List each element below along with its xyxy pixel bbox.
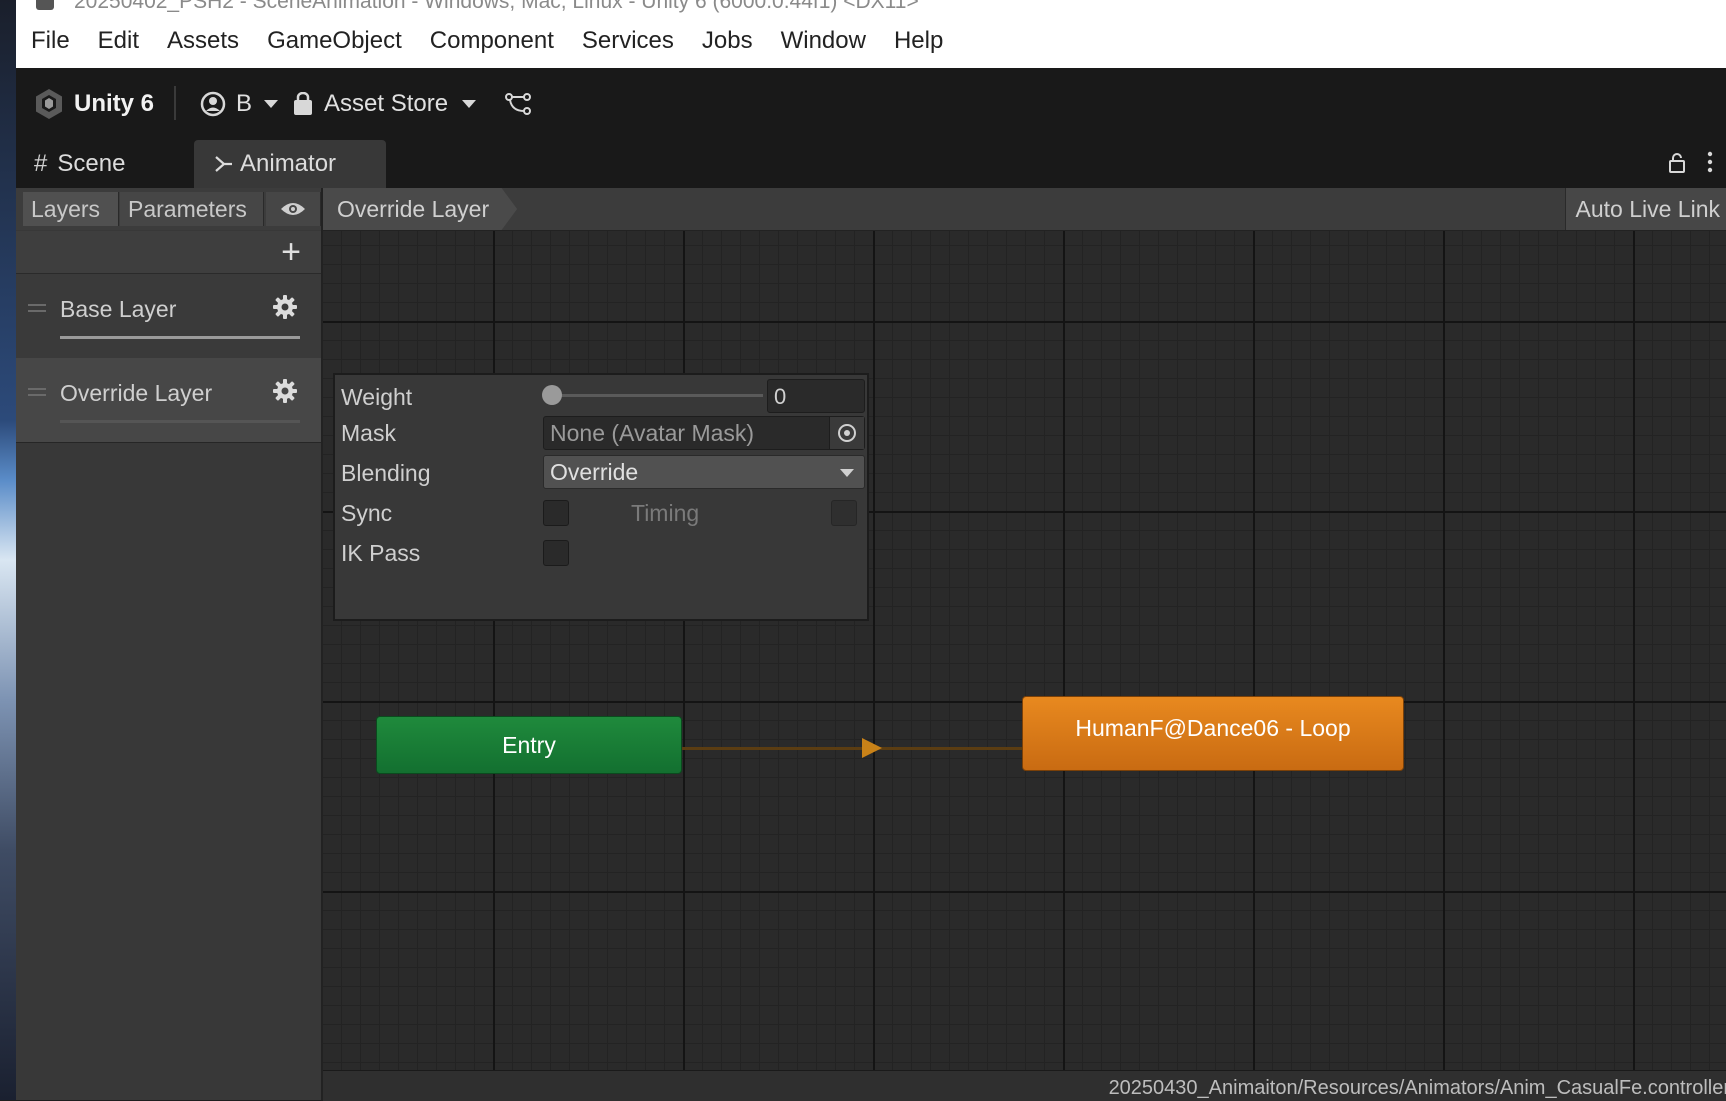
account-label: B (236, 90, 253, 117)
ik-pass-label: IK Pass (341, 539, 421, 566)
status-bar: 20250430_Animaiton/Resources/Animators/A… (323, 1070, 1726, 1101)
account-icon (200, 91, 226, 117)
tab-scene-label: Scene (57, 150, 126, 177)
version-control-icon (505, 93, 531, 115)
layer-name: Override Layer (60, 380, 213, 406)
menu-edit[interactable]: Edit (98, 27, 139, 55)
asset-store-dropdown[interactable]: Asset Store (292, 68, 477, 140)
mask-label: Mask (341, 419, 396, 446)
toolbar-divider (174, 86, 176, 120)
version-control-button[interactable] (504, 68, 532, 140)
blending-dropdown[interactable]: Override (543, 455, 865, 489)
editor-tab-bar: # Scene Animator (16, 140, 1726, 188)
entry-node-label: Entry (502, 731, 556, 758)
layer-item-base[interactable]: Base Layer (16, 274, 321, 359)
menu-gameobject[interactable]: GameObject (267, 27, 402, 55)
weight-slider-track[interactable] (553, 394, 763, 397)
gear-icon[interactable] (272, 378, 298, 409)
menu-services[interactable]: Services (582, 27, 674, 55)
chevron-down-icon (264, 100, 279, 108)
menu-file[interactable]: File (31, 27, 70, 55)
animator-icon (215, 156, 232, 172)
unity-hub-button[interactable]: Unity 6 (32, 68, 154, 140)
breadcrumb[interactable]: Override Layer (323, 188, 518, 230)
tab-animator[interactable]: Animator (194, 140, 386, 188)
layers-add-row: + (16, 231, 321, 274)
blending-value: Override (550, 459, 639, 485)
tab-layers-label: Layers (31, 195, 101, 222)
tab-parameters[interactable]: Parameters (120, 192, 264, 226)
menu-window[interactable]: Window (781, 27, 866, 55)
unity-logo-icon (36, 89, 62, 119)
tab-animator-label: Animator (240, 150, 337, 177)
breadcrumb-bar: Override Layer Auto Live Link (323, 188, 1726, 231)
tab-parameters-label: Parameters (128, 195, 247, 222)
default-state-node[interactable]: HumanF@Dance06 - Loop (1022, 696, 1404, 771)
mask-object-field[interactable]: None (Avatar Mask) (543, 416, 865, 450)
layer-name: Base Layer (60, 296, 177, 322)
sync-checkbox[interactable] (543, 500, 569, 526)
window-title: 20250402_PSH2 - SceneAnimation - Windows… (74, 0, 919, 13)
tab-layers[interactable]: Layers (23, 192, 119, 226)
timing-label: Timing (631, 499, 700, 526)
asset-path: 20250430_Animaiton/Resources/Animators/A… (1108, 1077, 1726, 1099)
eye-toggle-button[interactable] (266, 192, 321, 226)
kebab-menu-icon[interactable] (1706, 150, 1714, 179)
drag-handle-icon[interactable] (28, 304, 46, 312)
layer-settings-popup: Weight 0 Mask None (Avatar Mask) Blendin… (333, 373, 869, 621)
menu-help[interactable]: Help (894, 27, 943, 55)
layers-panel-header: Layers Parameters (16, 188, 321, 231)
chevron-down-icon (462, 100, 477, 108)
asset-store-label: Asset Store (324, 90, 449, 117)
auto-live-link-label: Auto Live Link (1575, 195, 1720, 222)
desktop-background (0, 0, 16, 1100)
entry-node[interactable]: Entry (376, 716, 682, 774)
breadcrumb-label: Override Layer (337, 195, 490, 222)
eye-icon (281, 203, 305, 215)
transition-line[interactable] (682, 747, 1022, 750)
weight-value-field[interactable]: 0 (767, 379, 865, 413)
weight-label: Weight (341, 383, 413, 410)
drag-handle-icon[interactable] (28, 388, 46, 396)
gear-icon[interactable] (272, 294, 298, 325)
unity-version-label: Unity 6 (74, 90, 155, 117)
menu-jobs[interactable]: Jobs (702, 27, 753, 55)
transition-arrow-icon[interactable] (862, 738, 882, 758)
target-icon (838, 424, 856, 442)
menu-bar: File Edit Assets GameObject Component Se… (16, 14, 1726, 68)
timing-checkbox[interactable] (831, 500, 857, 526)
state-node-label: HumanF@Dance06 - Loop (1075, 715, 1351, 741)
add-layer-button[interactable]: + (281, 235, 301, 269)
account-dropdown[interactable]: B (200, 68, 279, 140)
blending-label: Blending (341, 459, 431, 486)
sync-label: Sync (341, 499, 393, 526)
mask-value: None (Avatar Mask) (550, 420, 755, 446)
weight-slider-handle[interactable] (542, 385, 562, 405)
ik-pass-checkbox[interactable] (543, 540, 569, 566)
window-titlebar: 20250402_PSH2 - SceneAnimation - Windows… (16, 0, 1726, 14)
object-picker-button[interactable] (829, 417, 864, 449)
chevron-down-icon (840, 469, 854, 477)
menu-component[interactable]: Component (430, 27, 554, 55)
main-toolbar: Unity 6 B Asset Store (16, 68, 1726, 140)
layer-item-override[interactable]: Override Layer (16, 358, 321, 443)
unity-app-icon (36, 0, 54, 10)
tab-scene[interactable]: # Scene (16, 140, 192, 188)
layer-weight-bar (60, 336, 300, 339)
auto-live-link-toggle[interactable]: Auto Live Link (1564, 188, 1726, 230)
shopping-bag-icon (294, 92, 312, 115)
animator-graph-canvas[interactable] (323, 231, 1726, 1070)
lock-icon[interactable] (1668, 152, 1686, 179)
menu-assets[interactable]: Assets (167, 27, 239, 55)
layer-weight-bar (60, 420, 300, 423)
hash-icon: # (34, 150, 48, 177)
